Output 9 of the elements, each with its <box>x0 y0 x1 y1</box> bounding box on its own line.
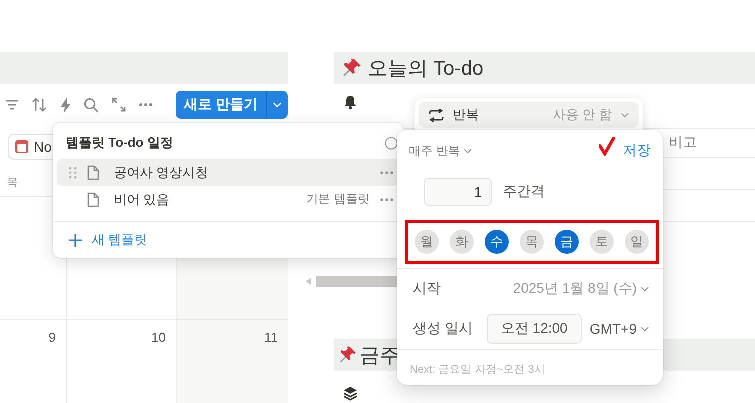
menu-title: 템플릿 To-do 일정 <box>66 134 174 152</box>
start-label: 시작 <box>413 280 441 298</box>
page-heading: 오늘의 To-do <box>368 56 484 82</box>
interval-unit: 주간격 <box>503 183 545 201</box>
section-heading: 금주 <box>360 344 400 368</box>
time-label: 생성 일시 <box>413 320 473 338</box>
next-occurrence-note: Next: 금요일 자정~오전 3시 <box>409 363 546 377</box>
default-tag: 기본 템플릿 <box>306 191 370 208</box>
weekday-label: 목 <box>7 177 18 189</box>
